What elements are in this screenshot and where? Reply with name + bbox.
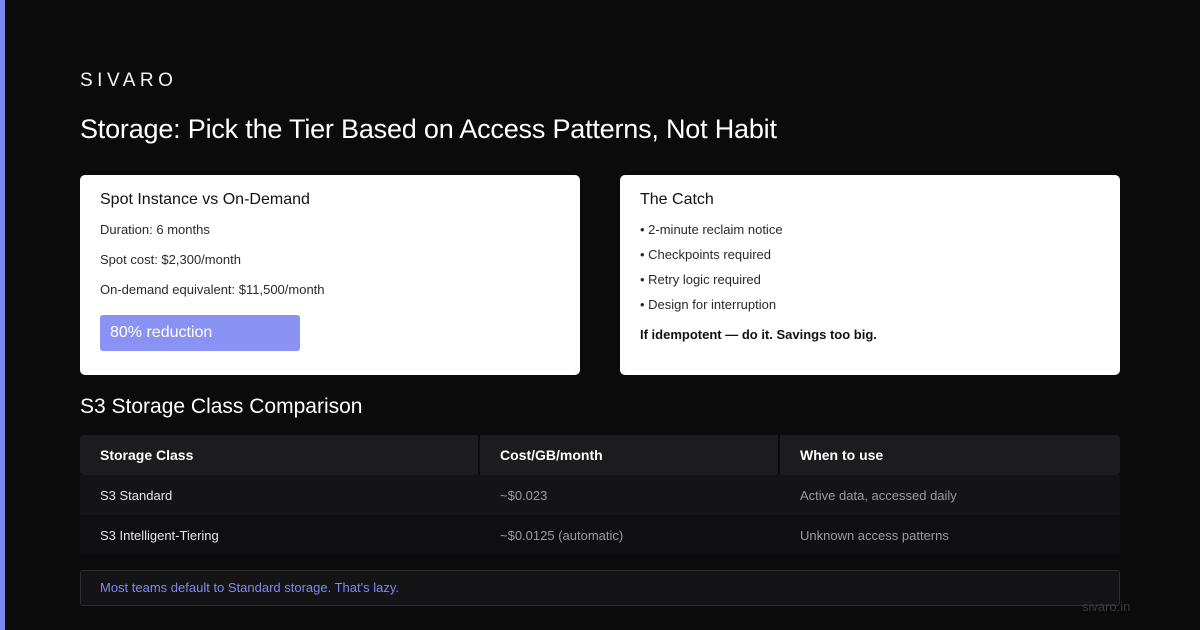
table-cell: S3 Standard: [100, 488, 173, 503]
table-cell: Unknown access patterns: [800, 528, 949, 543]
bullet-item: • Checkpoints required: [640, 247, 772, 262]
table-cell: Active data, accessed daily: [800, 488, 957, 503]
spot-cost-line: Spot cost: $2,300/month: [100, 252, 241, 267]
duration-line: Duration: 6 months: [100, 222, 210, 237]
section-title: S3 Storage Class Comparison: [80, 395, 363, 418]
table-cell: S3 Intelligent-Tiering: [100, 528, 219, 543]
callout-note: Most teams default to Standard storage. …: [80, 570, 1120, 606]
column-header: Storage Class: [80, 435, 478, 475]
page-title: Storage: Pick the Tier Based on Access P…: [80, 114, 777, 144]
catch-conclusion: If idempotent — do it. Savings too big.: [640, 327, 877, 342]
catch-card: The Catch • 2-minute reclaim notice • Ch…: [620, 175, 1120, 375]
comparison-table: Storage Class Cost/GB/month When to use …: [80, 435, 1120, 555]
accent-bar: [0, 0, 5, 630]
spot-instance-card: Spot Instance vs On-Demand Duration: 6 m…: [80, 175, 580, 375]
table-cell: ~$0.0125 (automatic): [500, 528, 624, 543]
brand-logo: SIVARO: [80, 70, 178, 91]
table-row: S3 Standard ~$0.023 Active data, accesse…: [80, 475, 1120, 515]
card-title: Spot Instance vs On-Demand: [100, 191, 310, 208]
bullet-item: • Design for interruption: [640, 297, 777, 312]
table-row: S3 Intelligent-Tiering ~$0.0125 (automat…: [80, 515, 1120, 555]
on-demand-line: On-demand equivalent: $11,500/month: [100, 282, 325, 297]
bullet-item: • Retry logic required: [640, 272, 761, 287]
bullet-item: • 2-minute reclaim notice: [640, 222, 783, 237]
column-header: Cost/GB/month: [480, 435, 778, 475]
column-header: When to use: [780, 435, 1120, 475]
footer-url: sivaro.in: [1082, 599, 1131, 614]
reduction-badge: 80% reduction: [100, 315, 300, 351]
table-header: Storage Class Cost/GB/month When to use: [80, 435, 1120, 475]
table-cell: ~$0.023: [500, 488, 548, 503]
card-title: The Catch: [640, 191, 714, 208]
